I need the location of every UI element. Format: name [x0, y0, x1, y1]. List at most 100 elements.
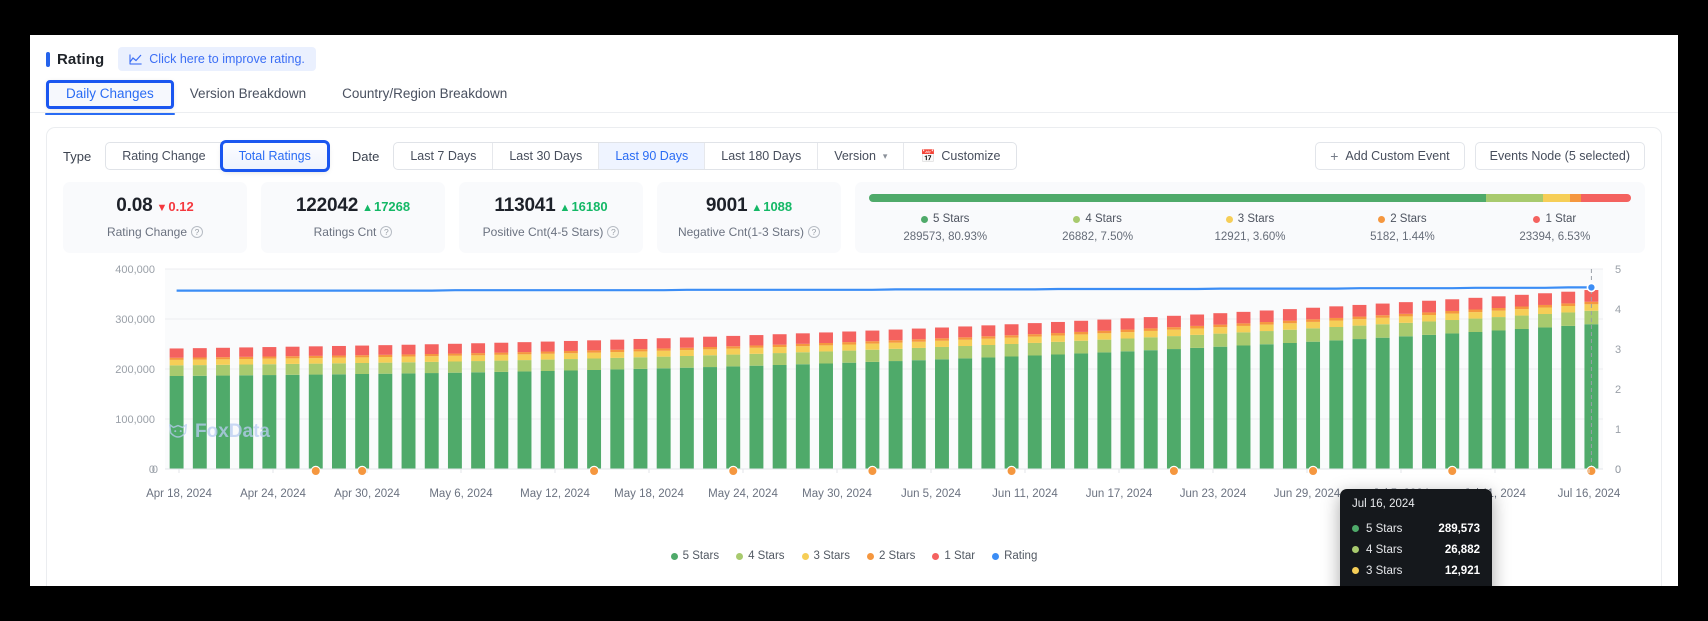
- kpi-ratings-cnt-label-wrap: Ratings Cnt ?: [269, 225, 437, 239]
- dist-value-3-stars: 12921, 3.60%: [1214, 231, 1286, 243]
- customize-date-button[interactable]: 📅 Customize: [904, 143, 1017, 169]
- dist-item-4-stars: 4 Stars 26882, 7.50%: [1021, 213, 1173, 243]
- svg-text:1: 1: [1615, 424, 1621, 436]
- arrow-down-icon: ▼: [156, 202, 168, 214]
- improve-rating-button[interactable]: Click here to improve rating.: [118, 47, 316, 71]
- dist-item-1-star: 1 Star 23394, 6.53%: [1479, 213, 1631, 243]
- type-option-rating-change[interactable]: Rating Change: [106, 143, 223, 169]
- tooltip-label-4-stars: 4 Stars: [1366, 543, 1403, 556]
- kpi-negative-cnt-delta: ▲1088: [751, 199, 792, 214]
- add-custom-event-button[interactable]: + Add Custom Event: [1315, 142, 1465, 170]
- tooltip-row-5-stars: 5 Stars 289,573: [1352, 518, 1480, 539]
- dist-seg-1-star: [1581, 194, 1631, 202]
- kpi-negative-cnt-label: Negative Cnt(1-3 Stars): [677, 225, 805, 239]
- plus-icon: +: [1330, 148, 1339, 164]
- legend-dot-3-stars-icon: [801, 552, 809, 560]
- dist-name-5-stars: 5 Stars: [932, 213, 970, 225]
- svg-text:4: 4: [1615, 304, 1621, 316]
- kpi-negative-cnt-value: 9001: [705, 195, 748, 216]
- svg-text:May 18, 2024: May 18, 2024: [614, 488, 684, 500]
- rating-dashboard-screen: Rating Click here to improve rating. Dai…: [30, 35, 1678, 586]
- kpi-negative-cnt-main: 9001 ▲1088: [665, 195, 833, 217]
- help-icon[interactable]: ?: [191, 226, 204, 238]
- tooltip-dot-5-stars-icon: [1352, 525, 1359, 532]
- legend-dot-4-stars-icon: [736, 552, 744, 560]
- dist-name-3-stars: 3 Stars: [1237, 213, 1275, 225]
- tooltip-value-2-stars: 5,182: [1451, 586, 1480, 587]
- kpi-negative-cnt: 9001 ▲1088 Negative Cnt(1-3 Stars) ?: [657, 182, 841, 253]
- tab-version-breakdown[interactable]: Version Breakdown: [172, 86, 324, 112]
- date-option-last-30-days-label: Last 30 Days: [509, 149, 583, 163]
- kpi-ratings-cnt-label: Ratings Cnt: [313, 225, 377, 239]
- tab-country-region-breakdown[interactable]: Country/Region Breakdown: [324, 86, 525, 112]
- events-node-button[interactable]: Events Node (5 selected): [1474, 142, 1645, 170]
- legend-item-5-stars[interactable]: 5 Stars: [670, 550, 719, 562]
- svg-text:Jun 23, 2024: Jun 23, 2024: [1180, 488, 1247, 500]
- kpi-rating-change: 0.08 ▼0.12 Rating Change ?: [63, 182, 247, 253]
- ratings-stacked-bar-chart[interactable]: 0 100,000 200,000 300,000 400,000 0 1 2 3 4 5 0 0 Apr…: [47, 261, 1661, 586]
- events-node-label: Events Node (5 selected): [1489, 149, 1630, 163]
- date-option-last-90-days-label: Last 90 Days: [615, 149, 689, 163]
- legend-dot-rating-icon: [992, 552, 1000, 560]
- svg-text:Jun 17, 2024: Jun 17, 2024: [1086, 488, 1153, 500]
- kpi-ratings-cnt-delta: ▲17268: [362, 199, 410, 214]
- legend-item-3-stars[interactable]: 3 Stars: [801, 550, 850, 562]
- dist-name-2-stars-wrap: 2 Stars: [1326, 213, 1478, 225]
- svg-text:5: 5: [1615, 264, 1621, 276]
- kpi-ratings-cnt: 122042 ▲17268 Ratings Cnt ?: [261, 182, 445, 253]
- chevron-down-icon: ▾: [882, 150, 888, 161]
- legend-item-4-stars[interactable]: 4 Stars: [736, 550, 785, 562]
- tab-daily-changes[interactable]: Daily Changes: [45, 80, 175, 115]
- tab-version-breakdown-label: Version Breakdown: [189, 86, 307, 101]
- kpi-rating-change-label: Rating Change: [106, 225, 188, 239]
- date-option-last-7-days[interactable]: Last 7 Days: [394, 143, 494, 169]
- dist-name-4-stars-wrap: 4 Stars: [1021, 213, 1173, 225]
- legend-item-rating[interactable]: Rating: [992, 550, 1037, 562]
- dist-name-3-stars-wrap: 3 Stars: [1174, 213, 1326, 225]
- title-accent-bar: [46, 51, 50, 67]
- arrow-up-icon: ▲: [559, 202, 571, 214]
- calendar-icon: 📅: [920, 149, 936, 163]
- svg-text:0: 0: [152, 464, 158, 476]
- svg-text:Apr 18, 2024: Apr 18, 2024: [146, 488, 212, 500]
- tooltip-label-3-stars: 3 Stars: [1366, 564, 1403, 577]
- legend-dot-3-stars-icon: [1225, 215, 1233, 223]
- tooltip-label-2-stars: 2 Stars: [1366, 586, 1402, 587]
- date-option-last-30-days[interactable]: Last 30 Days: [493, 143, 600, 169]
- help-icon[interactable]: ?: [607, 226, 620, 238]
- svg-text:May 12, 2024: May 12, 2024: [520, 488, 590, 500]
- date-option-last-180-days[interactable]: Last 180 Days: [705, 143, 819, 169]
- date-filter-label: Date: [351, 148, 380, 164]
- legend-label-2-stars: 2 Stars: [878, 550, 916, 562]
- kpi-positive-cnt: 113041 ▲16180 Positive Cnt(4-5 Stars) ?: [459, 182, 643, 253]
- tab-country-region-breakdown-label: Country/Region Breakdown: [342, 86, 508, 101]
- date-option-last-90-days[interactable]: Last 90 Days: [599, 143, 706, 169]
- help-icon[interactable]: ?: [380, 226, 393, 238]
- improve-rating-label: Click here to improve rating.: [149, 52, 305, 66]
- type-option-total-ratings[interactable]: Total Ratings: [219, 140, 330, 172]
- tooltip-title: Jul 16, 2024: [1352, 498, 1415, 510]
- toolbar-right-actions: + Add Custom Event Events Node (5 select…: [1315, 142, 1645, 170]
- tooltip-row-4-stars: 4 Stars 26,882: [1352, 539, 1480, 560]
- tooltip-row-3-stars: 3 Stars 12,921: [1352, 560, 1480, 581]
- kpi-positive-cnt-label-wrap: Positive Cnt(4-5 Stars) ?: [467, 225, 635, 239]
- type-option-rating-change-label: Rating Change: [122, 149, 206, 163]
- svg-text:May 30, 2024: May 30, 2024: [802, 488, 872, 500]
- version-dropdown[interactable]: Version ▾: [818, 143, 905, 169]
- help-icon[interactable]: ?: [808, 226, 821, 238]
- legend-item-2-stars[interactable]: 2 Stars: [866, 550, 916, 562]
- svg-text:400,000: 400,000: [115, 264, 155, 276]
- dist-name-1-star-wrap: 1 Star: [1479, 213, 1631, 225]
- dist-item-5-stars: 5 Stars 289573, 80.93%: [869, 213, 1021, 243]
- legend-dot-1-star-icon: [932, 552, 940, 560]
- dist-name-2-stars: 2 Stars: [1390, 213, 1427, 225]
- kpi-rating-change-main: 0.08 ▼0.12: [71, 195, 239, 217]
- kpi-ratings-cnt-main: 122042 ▲17268: [269, 195, 437, 217]
- version-dropdown-label: Version: [834, 149, 876, 163]
- dist-name-5-stars-wrap: 5 Stars: [869, 213, 1021, 225]
- date-segmented-control: Last 7 Days Last 30 Days Last 90 Days La…: [393, 142, 1018, 170]
- tooltip-dot-4-stars-icon: [1352, 546, 1359, 553]
- kpi-ratings-cnt-delta-value: 17268: [373, 199, 411, 214]
- legend-item-1-star[interactable]: 1 Star: [932, 550, 975, 562]
- kpi-rating-change-label-wrap: Rating Change ?: [71, 225, 239, 239]
